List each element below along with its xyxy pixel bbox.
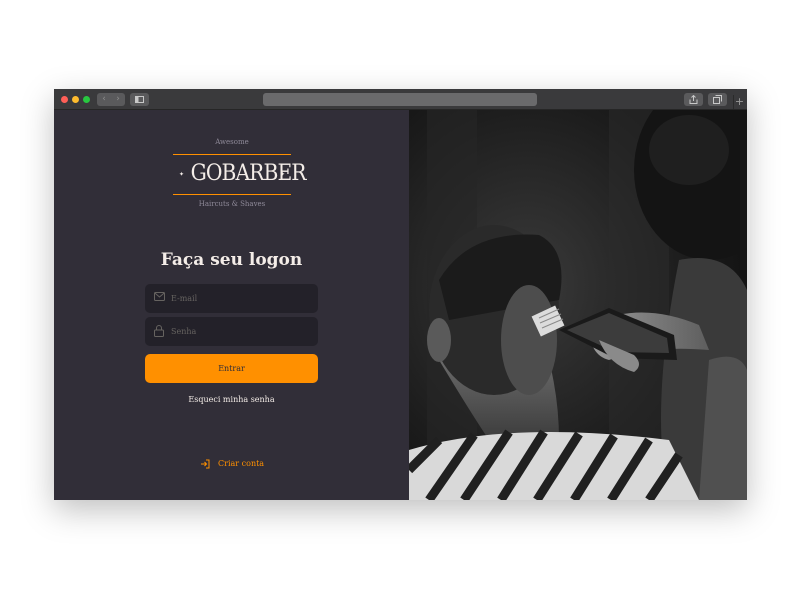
history-navigation: ‹ ›: [97, 93, 125, 106]
page-content: Awesome ✦ GOBARBER ✦ Haircuts & Shaves F…: [54, 110, 747, 500]
logo-divider-top: [173, 154, 291, 155]
new-tab-button[interactable]: +: [733, 95, 745, 109]
sidebar-icon: [135, 96, 144, 103]
password-input[interactable]: [171, 317, 311, 346]
logo-wordmark: GOBARBER: [190, 161, 307, 186]
mail-icon: [154, 292, 165, 301]
login-button[interactable]: Entrar: [145, 354, 318, 383]
login-heading: Faça seu logon: [160, 250, 303, 270]
back-button[interactable]: ‹: [97, 93, 111, 106]
forward-button[interactable]: ›: [111, 93, 125, 106]
share-button[interactable]: [684, 93, 703, 106]
logo-tagline-top: Awesome: [215, 138, 249, 146]
logo-tagline-bottom: Haircuts & Shaves: [198, 200, 266, 208]
sidebar-toggle-button[interactable]: [130, 93, 149, 106]
minimize-window-button[interactable]: [72, 96, 79, 103]
lock-icon: [154, 325, 164, 337]
email-input[interactable]: [171, 284, 311, 313]
email-field[interactable]: [145, 284, 318, 313]
barber-background-image: [409, 110, 747, 500]
address-bar[interactable]: [263, 93, 537, 106]
login-panel: Awesome ✦ GOBARBER ✦ Haircuts & Shaves F…: [54, 110, 409, 500]
tab-overview-button[interactable]: [708, 93, 727, 106]
log-in-icon: [201, 459, 210, 469]
browser-toolbar: ‹ › +: [54, 89, 747, 110]
star-icon: ✦: [279, 171, 285, 178]
maximize-window-button[interactable]: [83, 96, 90, 103]
close-window-button[interactable]: [61, 96, 68, 103]
star-icon: ✦: [179, 171, 185, 178]
logo-divider-bottom: [173, 194, 291, 195]
browser-window: ‹ › + Awesome ✦ GOBARBER ✦ Haircuts & Sh…: [54, 89, 747, 500]
gobarber-logo: Awesome ✦ GOBARBER ✦ Haircuts & Shaves: [173, 138, 307, 214]
share-icon: [689, 95, 698, 104]
password-field[interactable]: [145, 317, 318, 346]
create-account-label: Criar conta: [218, 459, 265, 468]
tabs-icon: [713, 95, 722, 104]
forgot-password-link[interactable]: Esqueci minha senha: [54, 395, 409, 404]
